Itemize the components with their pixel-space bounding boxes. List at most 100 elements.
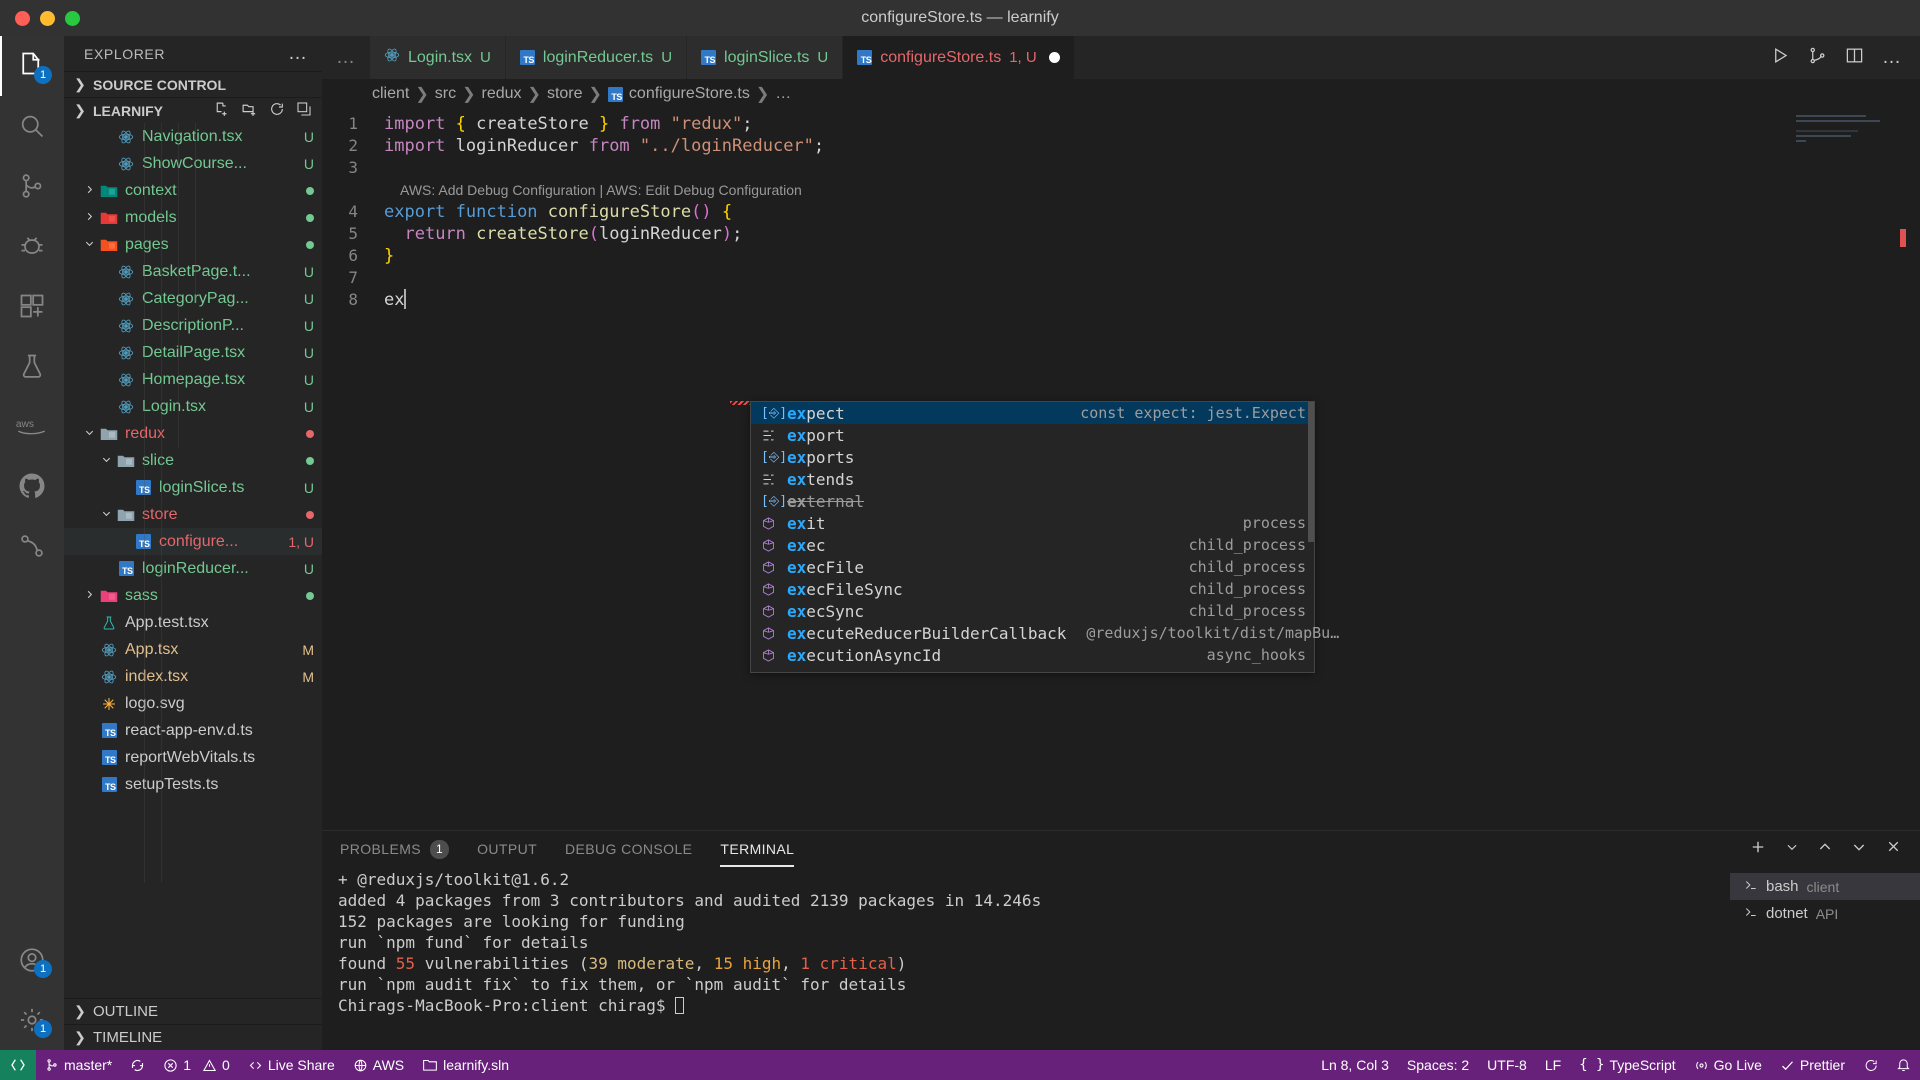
terminal-list-item[interactable]: bash client	[1730, 873, 1920, 900]
status-solution[interactable]: learnify.sln	[413, 1050, 518, 1080]
tree-twistie-icon[interactable]	[98, 454, 115, 468]
activitybar-remote-explorer[interactable]	[0, 516, 64, 576]
status-aws[interactable]: AWS	[344, 1050, 413, 1080]
activitybar-manage[interactable]: 1	[0, 990, 64, 1050]
suggest-item[interactable]: execFileSync child_process	[751, 578, 1314, 600]
maximize-panel-icon[interactable]	[1817, 839, 1833, 860]
breadcrumb-item[interactable]: redux	[482, 85, 522, 103]
status-branch[interactable]: master*	[36, 1050, 121, 1080]
status-live-share[interactable]: Live Share	[239, 1050, 344, 1080]
tree-item[interactable]: DetailPage.tsx U	[64, 339, 322, 366]
tree-item[interactable]: pages	[64, 231, 322, 258]
refresh-icon[interactable]	[269, 101, 285, 120]
tree-item[interactable]: BasketPage.t... U	[64, 258, 322, 285]
close-panel-icon[interactable]	[1885, 838, 1902, 860]
tree-item[interactable]: context	[64, 177, 322, 204]
status-sync[interactable]	[121, 1050, 154, 1080]
section-learnify[interactable]: ❯ LEARNIFY	[64, 97, 322, 123]
tree-item[interactable]: slice	[64, 447, 322, 474]
section-outline[interactable]: ❯ OUTLINE	[64, 998, 322, 1024]
status-cursor-position[interactable]: Ln 8, Col 3	[1312, 1050, 1398, 1080]
tree-item[interactable]: TS loginReducer... U	[64, 555, 322, 582]
tree-item[interactable]: sass	[64, 582, 322, 609]
window-controls[interactable]	[0, 10, 80, 26]
editor-tab[interactable]: TS configureStore.ts 1, U	[843, 36, 1075, 79]
panel-tab[interactable]: TERMINAL	[720, 831, 795, 867]
tree-item[interactable]: TS loginSlice.ts U	[64, 474, 322, 501]
suggest-item[interactable]: [⎆] external	[751, 490, 1314, 512]
tree-item[interactable]: logo.svg	[64, 690, 322, 717]
tree-item[interactable]: index.tsx M	[64, 663, 322, 690]
status-eol[interactable]: LF	[1536, 1050, 1570, 1080]
tree-twistie-icon[interactable]	[98, 508, 115, 522]
status-feedback[interactable]	[1854, 1050, 1887, 1080]
tree-twistie-icon[interactable]	[81, 589, 98, 603]
new-file-icon[interactable]	[213, 101, 230, 121]
tree-twistie-icon[interactable]	[81, 427, 98, 441]
status-encoding[interactable]: UTF-8	[1478, 1050, 1536, 1080]
suggest-item[interactable]: extends	[751, 468, 1314, 490]
run-icon[interactable]	[1771, 46, 1790, 70]
suggest-item[interactable]: exit process	[751, 512, 1314, 534]
minimize-window-button[interactable]	[40, 10, 55, 26]
tree-item[interactable]: App.test.tsx	[64, 609, 322, 636]
activitybar-extensions[interactable]	[0, 276, 64, 336]
breadcrumb-item[interactable]: …	[775, 85, 791, 103]
tree-item[interactable]: Navigation.tsx U	[64, 123, 322, 150]
terminal-output[interactable]: + @reduxjs/toolkit@1.6.2 added 4 packages…	[322, 867, 1730, 1050]
tree-item[interactable]: Homepage.tsx U	[64, 366, 322, 393]
suggest-item[interactable]: exec child_process	[751, 534, 1314, 556]
editor-tab[interactable]: TS loginReducer.ts U	[505, 36, 688, 79]
suggest-item[interactable]: [⎆] exports	[751, 446, 1314, 468]
suggest-item[interactable]: export	[751, 424, 1314, 446]
tree-item[interactable]: ShowCourse... U	[64, 150, 322, 177]
code-lens[interactable]: AWS: Add Debug Configuration | AWS: Edit…	[322, 179, 1920, 201]
tree-item[interactable]: CategoryPag... U	[64, 285, 322, 312]
tree-item[interactable]: Login.tsx U	[64, 393, 322, 420]
tree-item[interactable]: TS setupTests.ts	[64, 771, 322, 798]
breadcrumb-item[interactable]: src	[435, 85, 456, 103]
panel-tab[interactable]: PROBLEMS 1	[340, 831, 450, 867]
status-language-mode[interactable]: { } TypeScript	[1570, 1050, 1684, 1080]
file-tree[interactable]: Navigation.tsx U ShowCourse... Ucontext mode…	[64, 123, 322, 998]
breadcrumb[interactable]: client ❯ src ❯ redux ❯ store ❯ TS configureStore.…	[322, 79, 1920, 109]
suggest-item[interactable]: [⎆] expect const expect: jest.Expect	[751, 402, 1314, 424]
activitybar-aws-toolkit[interactable]: aws	[0, 396, 64, 456]
status-indentation[interactable]: Spaces: 2	[1398, 1050, 1478, 1080]
activitybar-accounts[interactable]: 1	[0, 930, 64, 990]
tree-item[interactable]: store	[64, 501, 322, 528]
suggest-scrollbar[interactable]	[1308, 402, 1314, 542]
tree-item[interactable]: TS react-app-env.d.ts	[64, 717, 322, 744]
code-editor[interactable]: 1 import { createStore } from "redux"; 2 im…	[322, 109, 1920, 830]
section-timeline[interactable]: ❯ TIMELINE	[64, 1024, 322, 1050]
tree-item[interactable]: redux	[64, 420, 322, 447]
breadcrumb-item[interactable]: configureStore.ts	[629, 85, 750, 103]
tree-item[interactable]: App.tsx M	[64, 636, 322, 663]
tree-item[interactable]: TS configure... 1, U	[64, 528, 322, 555]
activitybar-source-control[interactable]	[0, 156, 64, 216]
new-folder-icon[interactable]	[241, 101, 258, 121]
suggest-item[interactable]: execSync child_process	[751, 600, 1314, 622]
status-go-live[interactable]: Go Live	[1685, 1050, 1771, 1080]
status-problems[interactable]: 1 0	[154, 1050, 239, 1080]
editor-tabs[interactable]: Login.tsx U TS loginReducer.ts U TS loginSlice…	[370, 36, 1753, 79]
activitybar-github[interactable]	[0, 456, 64, 516]
sidebar-more-actions-icon[interactable]: …	[288, 44, 308, 63]
add-terminal-icon[interactable]	[1749, 838, 1767, 861]
activitybar-run-and-debug[interactable]	[0, 216, 64, 276]
collapse-all-icon[interactable]	[296, 101, 312, 120]
breadcrumb-item[interactable]: client	[372, 85, 409, 103]
breadcrumb-item[interactable]: store	[547, 85, 583, 103]
more-actions-icon[interactable]: …	[1882, 48, 1902, 67]
terminal-list-item[interactable]: dotnet API	[1730, 900, 1920, 927]
terminal-dropdown-icon[interactable]	[1785, 840, 1799, 859]
status-prettier[interactable]: Prettier	[1771, 1050, 1854, 1080]
panel-tab[interactable]: OUTPUT	[477, 831, 537, 867]
split-editor-icon[interactable]	[1845, 46, 1864, 70]
activitybar-testing[interactable]	[0, 336, 64, 396]
editor-tab[interactable]: TS loginSlice.ts U	[687, 36, 844, 79]
tree-twistie-icon[interactable]	[81, 238, 98, 252]
suggest-item[interactable]: executionAsyncId async_hooks	[751, 644, 1314, 666]
status-remote-indicator[interactable]	[0, 1050, 36, 1080]
close-window-button[interactable]	[15, 10, 30, 26]
